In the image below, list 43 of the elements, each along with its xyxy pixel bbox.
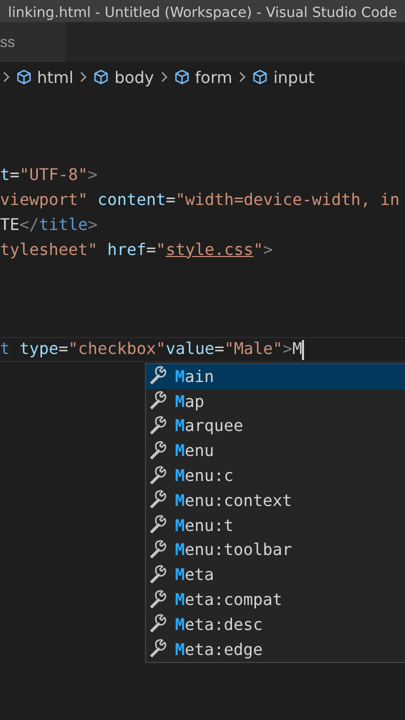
suggestion-item[interactable]: Meta:desc	[146, 612, 405, 637]
cube-icon	[174, 69, 190, 85]
wrench-icon	[149, 639, 169, 660]
suggestion-item[interactable]: Meta	[146, 562, 405, 588]
suggestion-item[interactable]: Menu:t	[146, 512, 405, 538]
wrench-icon	[149, 366, 169, 386]
wrench-icon	[149, 466, 169, 486]
window-title: linking.html - Untitled (Workspace) - Visual Studio Code	[8, 4, 398, 22]
suggestion-item[interactable]: Menu:context	[146, 488, 405, 513]
suggestion-item[interactable]: Menu:toolbar	[146, 538, 405, 562]
breadcrumb-item[interactable]: input	[273, 68, 314, 86]
chevron-icon	[160, 71, 168, 83]
wrench-icon	[149, 490, 169, 510]
code-line: t type="checkbox"value="Male">M	[0, 338, 304, 358]
cube-icon	[93, 69, 110, 85]
wrench-icon	[149, 416, 169, 436]
suggestion-item[interactable]: Menu:c	[146, 463, 405, 488]
suggestion-item[interactable]: Meta:edge	[146, 636, 405, 662]
code-line: t="UTF-8">	[0, 165, 98, 184]
cube-icon	[252, 69, 268, 85]
cube-icon	[16, 69, 32, 85]
suggestion-item[interactable]: Main	[146, 364, 405, 389]
wrench-icon	[149, 614, 169, 634]
editor-tab[interactable]: ss	[0, 22, 66, 62]
chevron-icon	[2, 71, 10, 83]
suggestion-item[interactable]: Menu	[146, 438, 405, 464]
wrench-icon	[149, 540, 169, 560]
breadcrumb-item[interactable]: form	[195, 68, 232, 86]
wrench-icon	[149, 590, 169, 610]
chevron-icon	[238, 71, 246, 83]
wrench-icon	[149, 391, 169, 412]
wrench-icon	[149, 515, 169, 536]
wrench-icon	[149, 440, 169, 461]
wrench-icon	[149, 564, 169, 585]
code-line: tylesheet" href="style.css">	[0, 240, 273, 259]
code-line: viewport" content="width=device-width, in	[0, 190, 400, 210]
suggestion-item[interactable]: Meta:compat	[146, 587, 405, 612]
chevron-icon	[79, 71, 88, 83]
breadcrumb-item[interactable]: body	[114, 68, 154, 86]
code-line: TE</title>	[0, 214, 98, 234]
suggestion-item[interactable]: Marquee	[146, 414, 405, 438]
breadcrumb-item[interactable]: html	[37, 68, 74, 86]
suggestion-item[interactable]: Map	[146, 388, 405, 414]
